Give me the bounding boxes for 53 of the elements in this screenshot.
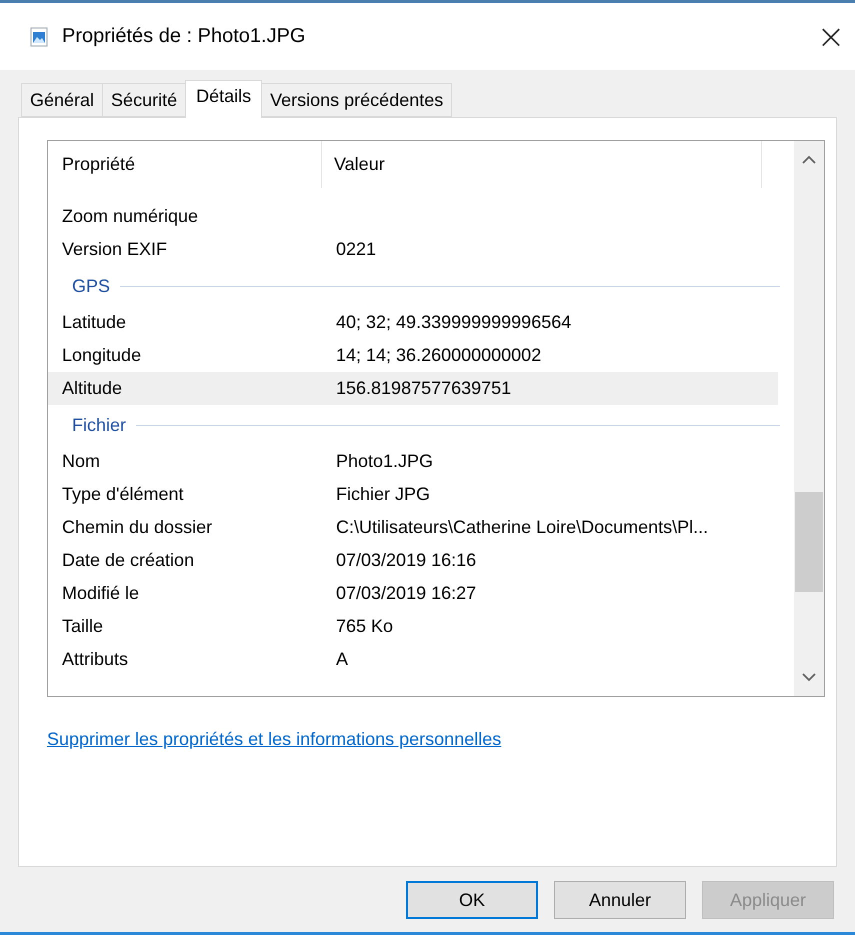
property-row[interactable]: Type d'élément Fichier JPG [48,478,778,511]
property-row[interactable]: Chemin du dossier C:\Utilisateurs\Catherine Loire\Documents\Pl... [48,511,778,544]
property-value: 156.81987577639751 [336,378,512,399]
tab[interactable]: Versions précédentes [261,83,452,117]
group-header: Fichier [72,414,126,436]
property-value: A [336,649,350,670]
property-name: Altitude [62,378,124,399]
scroll-up-icon[interactable] [802,155,816,165]
property-name: Version EXIF [62,239,168,260]
property-name: Attributs [62,649,130,670]
column-header[interactable]: Propriété [62,141,322,188]
scrollbar[interactable] [794,141,824,696]
dialog-button[interactable]: OK [406,881,538,919]
property-name: Modifié le [62,583,140,604]
remove-properties-link[interactable]: Supprimer les propriétés et les informations personnelles [47,729,502,750]
group-header: GPS [72,276,110,296]
property-name: Longitude [62,345,142,366]
property-row[interactable]: Zoom numérique [48,200,778,233]
property-name: Zoom numérique [62,206,200,227]
property-value: 07/03/2019 16:27 [336,583,478,604]
property-value: Photo1.JPG [336,451,434,472]
property-row[interactable]: Altitude 156.81987577639751 [48,372,778,405]
image-file-icon [30,26,48,46]
property-value: 14; 14; 36.260000000002 [336,345,542,366]
window-title: Propriétés de : Photo1.JPG [62,25,306,48]
dialog-button[interactable]: Annuler [554,881,686,919]
property-row[interactable]: Longitude 14; 14; 36.260000000002 [48,339,778,372]
column-header[interactable]: Valeur [322,141,762,188]
property-row[interactable]: Latitude 40; 32; 49.339999999996564 [48,306,778,339]
property-row[interactable]: Taille 765 Ko [48,610,778,643]
property-value: 0221 [336,239,378,260]
property-name: Date de création [62,550,196,571]
property-name: Type d'élément [62,484,185,505]
property-row[interactable]: Date de création 07/03/2019 16:16 [48,544,778,577]
property-name: Nom [62,451,102,472]
property-row[interactable]: Modifié le 07/03/2019 16:27 [48,577,778,610]
property-row[interactable]: Version EXIF 0221 [48,233,778,266]
property-value: 40; 32; 49.339999999996564 [336,312,572,333]
tab[interactable]: Général [21,83,104,117]
property-row[interactable]: Nom Photo1.JPG [48,445,778,478]
property-value: 765 Ko [336,616,394,637]
property-name: Taille [62,616,104,637]
property-name: Chemin du dossier [62,517,214,538]
scroll-down-icon[interactable] [802,672,816,682]
tab[interactable]: Sécurité [102,83,186,117]
property-value: Fichier JPG [336,484,432,505]
property-value: 07/03/2019 16:16 [336,550,478,571]
close-button[interactable]: × [811,16,851,56]
scroll-thumb[interactable] [795,492,823,592]
property-value: C:\Utilisateurs\Catherine Loire\Documents\Pl... [336,517,710,538]
property-row[interactable]: Attributs A [48,643,778,676]
property-name: Latitude [62,312,128,333]
tab[interactable]: Détails [185,80,262,118]
